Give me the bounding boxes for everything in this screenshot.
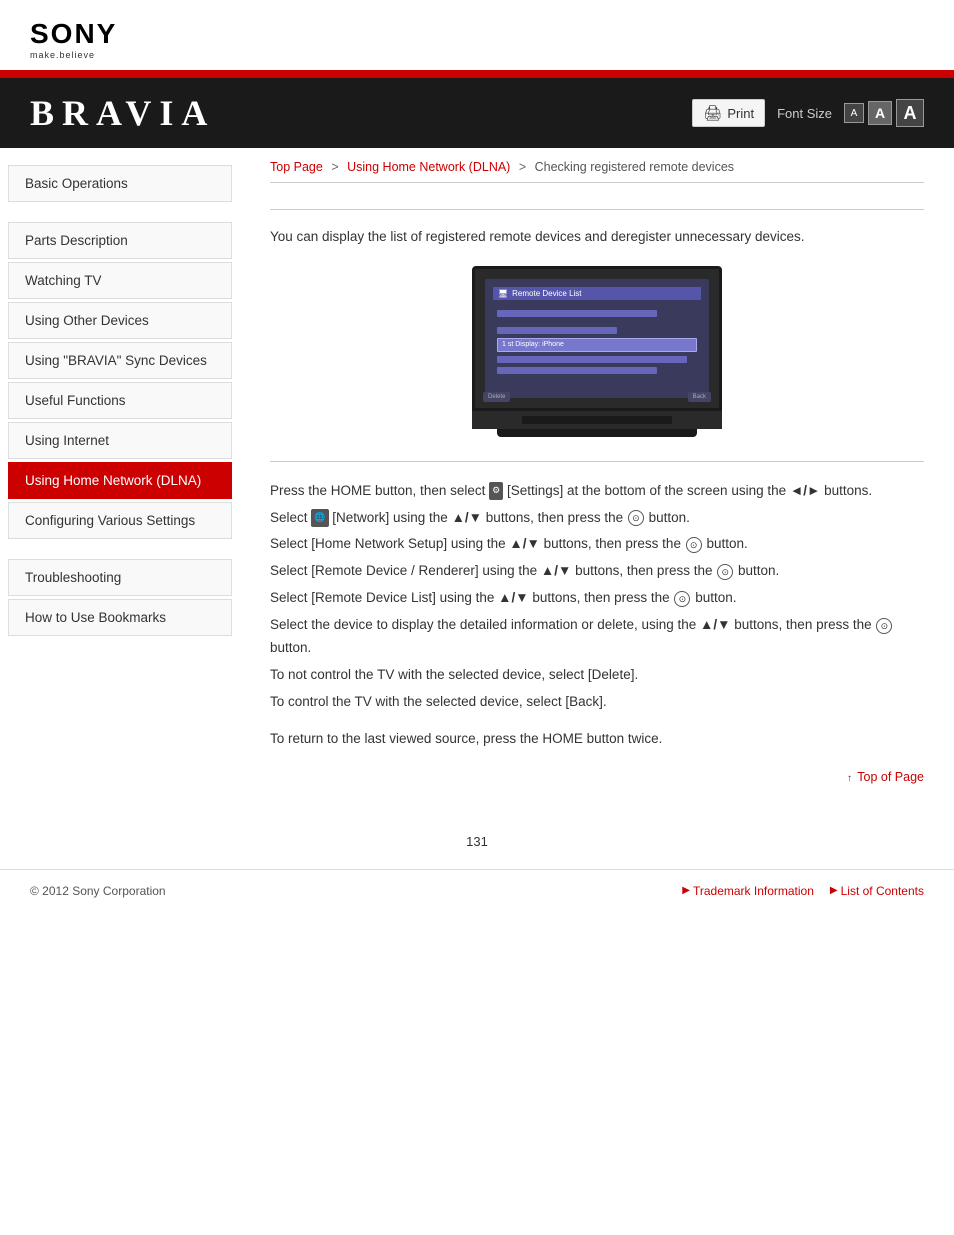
sidebar-item-useful-functions[interactable]: Useful Functions (8, 382, 232, 419)
tv-screen: 🖥 Remote Device List 1 st Display: iPhon… (472, 266, 722, 411)
breadcrumb-sep2: > (519, 160, 526, 174)
main-layout: Basic Operations Parts Description Watch… (0, 148, 954, 814)
tv-image-container: 🖥 Remote Device List 1 st Display: iPhon… (270, 266, 924, 437)
return-note: To return to the last viewed source, pre… (270, 728, 924, 750)
copyright-text: © 2012 Sony Corporation (30, 884, 166, 898)
up-arrow-icon: ↑ (847, 773, 852, 784)
print-button[interactable]: 🖨 Print (692, 99, 765, 127)
font-size-medium-button[interactable]: A (868, 101, 892, 125)
sony-text: SONY (30, 18, 117, 50)
instruction-step3: Select [Home Network Setup] using the ▲/… (270, 533, 924, 556)
font-size-small-button[interactable]: A (844, 103, 864, 123)
sidebar-item-bookmarks[interactable]: How to Use Bookmarks (8, 599, 232, 636)
content-intro: You can display the list of registered r… (270, 226, 924, 248)
contents-link-text: List of Contents (841, 884, 924, 898)
tv-filler-line (497, 356, 687, 363)
sony-logo: SONY make.believe (30, 18, 924, 60)
sidebar-item-using-internet[interactable]: Using Internet (8, 422, 232, 459)
make-believe-tagline: make.believe (30, 50, 95, 60)
sidebar-item-using-other-devices[interactable]: Using Other Devices (8, 302, 232, 339)
sidebar-item-configuring-settings[interactable]: Configuring Various Settings (8, 502, 232, 539)
bravia-header: BRAVIA 🖨 Print Font Size A A A (0, 78, 954, 148)
tv-stand (472, 411, 722, 429)
confirm-btn-icon5: ⊙ (876, 618, 892, 634)
top-bar: SONY make.believe (0, 0, 954, 70)
breadcrumb: Top Page > Using Home Network (DLNA) > C… (270, 148, 924, 183)
breadcrumb-current: Checking registered remote devices (535, 160, 734, 174)
confirm-btn-icon4: ⊙ (674, 591, 690, 607)
tv-item-text: 1 st Display: iPhone (502, 341, 564, 348)
tv-title-text: Remote Device List (512, 289, 581, 298)
tv-back-btn: Back (688, 392, 711, 402)
printer-icon: 🖨 (703, 104, 722, 122)
confirm-btn-icon3: ⊙ (717, 564, 733, 580)
header-controls: 🖨 Print Font Size A A A (692, 99, 924, 127)
tv-content-area: 1 st Display: iPhone (493, 306, 701, 382)
instruction-step1: Press the HOME button, then select ⚙ [Se… (270, 480, 924, 503)
tv-bottom-bar: Delete Back (483, 392, 711, 402)
instruction-step2: Select 🌐 [Network] using the ▲/▼ buttons… (270, 507, 924, 530)
tv-label-line (497, 327, 617, 334)
tv-subtitle-line (497, 310, 657, 317)
instructions-section: Press the HOME button, then select ⚙ [Se… (270, 461, 924, 784)
sidebar-item-bravia-sync[interactable]: Using "BRAVIA" Sync Devices (8, 342, 232, 379)
tv-title-bar: 🖥 Remote Device List (493, 287, 701, 300)
top-of-page-link[interactable]: Top of Page (857, 770, 924, 784)
breadcrumb-dlna-link[interactable]: Using Home Network (DLNA) (347, 160, 510, 174)
top-of-page-section: ↑ Top of Page (270, 770, 924, 784)
sidebar-item-home-network[interactable]: Using Home Network (DLNA) (8, 462, 232, 499)
main-content: Top Page > Using Home Network (DLNA) > C… (240, 148, 954, 814)
page-title-section (270, 193, 924, 210)
contents-link[interactable]: ▶ List of Contents (830, 884, 924, 898)
tv-stand-bar (522, 416, 672, 424)
footer-links: ▶ Trademark Information ▶ List of Conten… (682, 884, 924, 898)
font-size-controls: A A A (844, 99, 924, 127)
breadcrumb-sep1: > (331, 160, 338, 174)
confirm-btn-icon: ⊙ (628, 510, 644, 526)
settings-icon: ⚙ (489, 482, 503, 499)
instruction-step6: Select the device to display the detaile… (270, 614, 924, 660)
sidebar-item-parts-description[interactable]: Parts Description (8, 222, 232, 259)
sidebar-item-troubleshooting[interactable]: Troubleshooting (8, 559, 232, 596)
tv-title-icon: 🖥 (498, 289, 508, 298)
breadcrumb-top-link[interactable]: Top Page (270, 160, 323, 174)
confirm-btn-icon2: ⊙ (686, 537, 702, 553)
tv-delete-btn: Delete (483, 392, 510, 402)
bravia-title: BRAVIA (30, 92, 215, 134)
instruction-step4: Select [Remote Device / Renderer] using … (270, 560, 924, 583)
trademark-link[interactable]: ▶ Trademark Information (682, 884, 814, 898)
sidebar-item-watching-tv[interactable]: Watching TV (8, 262, 232, 299)
font-size-label: Font Size (777, 106, 832, 121)
instruction-step5: Select [Remote Device List] using the ▲/… (270, 587, 924, 610)
page-number: 131 (0, 814, 954, 869)
print-label: Print (727, 106, 754, 121)
instruction-step7: To not control the TV with the selected … (270, 664, 924, 687)
tv-screen-inner: 🖥 Remote Device List 1 st Display: iPhon… (485, 279, 709, 398)
network-icon: 🌐 (311, 509, 328, 526)
tv-base (497, 429, 697, 437)
footer: © 2012 Sony Corporation ▶ Trademark Info… (0, 869, 954, 912)
sidebar: Basic Operations Parts Description Watch… (0, 148, 240, 814)
tv-mockup: 🖥 Remote Device List 1 st Display: iPhon… (472, 266, 722, 437)
instruction-step8: To control the TV with the selected devi… (270, 691, 924, 714)
red-banner (0, 70, 954, 78)
trademark-link-text: Trademark Information (693, 884, 814, 898)
contents-arrow-icon: ▶ (830, 885, 838, 896)
tv-filler-line2 (497, 367, 657, 374)
sidebar-item-basic-operations[interactable]: Basic Operations (8, 165, 232, 202)
font-size-large-button[interactable]: A (896, 99, 924, 127)
trademark-arrow-icon: ▶ (682, 885, 690, 896)
tv-item-highlight: 1 st Display: iPhone (497, 338, 697, 352)
